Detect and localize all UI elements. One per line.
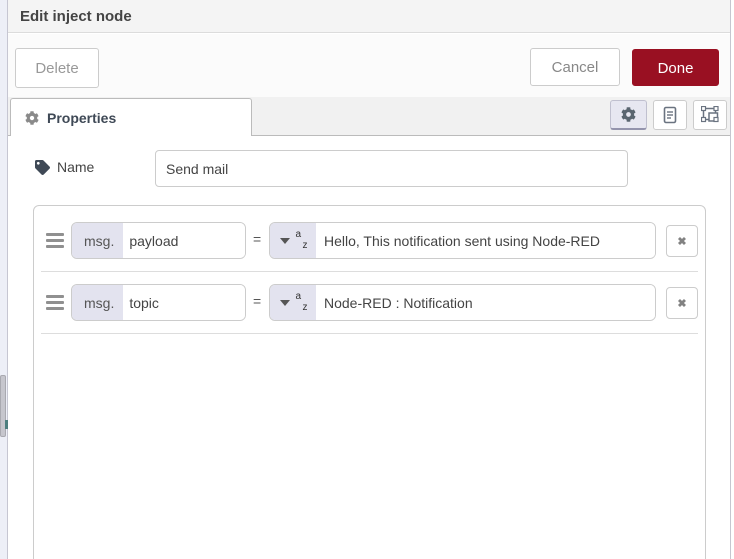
document-icon xyxy=(662,106,678,124)
string-type-icon: a z xyxy=(295,228,308,251)
properties-panel: Name msg. = a z xyxy=(8,136,730,559)
row-divider xyxy=(41,271,698,272)
tab-properties[interactable]: Properties xyxy=(10,98,252,136)
chevron-down-icon xyxy=(279,299,290,306)
appearance-tab-button[interactable] xyxy=(693,100,727,130)
string-type-icon: a z xyxy=(295,290,308,313)
name-field-row: Name xyxy=(8,150,730,190)
name-label-text: Name xyxy=(57,159,95,175)
type-select-button[interactable]: a z xyxy=(270,223,316,258)
delete-button[interactable]: Delete xyxy=(15,48,99,88)
chevron-down-icon xyxy=(279,237,290,244)
name-input[interactable] xyxy=(155,150,628,187)
property-key-field[interactable] xyxy=(123,223,245,258)
gear-icon xyxy=(25,110,39,125)
remove-row-button[interactable]: ✖ xyxy=(666,225,698,257)
type-select-button[interactable]: a z xyxy=(270,285,316,320)
name-label: Name xyxy=(35,159,94,175)
msg-prefix-label: msg. xyxy=(72,223,124,258)
dialog-header: Edit inject node xyxy=(8,0,730,33)
object-selection-icon xyxy=(700,106,720,124)
equals-operator: = xyxy=(253,293,262,309)
description-tab-button[interactable] xyxy=(653,100,687,130)
gear-icon xyxy=(621,107,636,122)
edit-inject-node-dialog: Edit inject node Delete Cancel Done Prop… xyxy=(8,0,731,559)
cancel-button[interactable]: Cancel xyxy=(530,48,620,86)
remove-row-button[interactable]: ✖ xyxy=(666,287,698,319)
topic-value-field[interactable] xyxy=(316,285,655,320)
row-divider xyxy=(41,333,698,334)
tag-icon xyxy=(35,159,50,175)
equals-operator: = xyxy=(253,231,262,247)
property-key-field[interactable] xyxy=(123,285,245,320)
property-key-input[interactable]: msg. xyxy=(71,222,246,259)
drag-handle-icon[interactable] xyxy=(46,295,64,311)
properties-tab-button[interactable] xyxy=(610,100,647,130)
tab-properties-label: Properties xyxy=(47,109,117,126)
typed-value-input: a z xyxy=(269,222,656,259)
msg-prefix-label: msg. xyxy=(72,285,124,320)
property-row-topic: msg. = a z ✖ xyxy=(34,284,705,329)
close-icon: ✖ xyxy=(677,235,687,248)
inject-properties-list: msg. = a z ✖ xyxy=(33,205,706,559)
typed-value-input: a z xyxy=(269,284,656,321)
done-button[interactable]: Done xyxy=(632,49,719,86)
property-key-input[interactable]: msg. xyxy=(71,284,246,321)
drag-handle-icon[interactable] xyxy=(46,233,64,249)
property-row-payload: msg. = a z ✖ xyxy=(34,222,705,267)
workspace-edge xyxy=(0,0,8,559)
payload-value-field[interactable] xyxy=(316,223,655,258)
dialog-toolbar: Delete Cancel Done xyxy=(8,34,730,97)
dialog-title: Edit inject node xyxy=(20,8,132,25)
close-icon: ✖ xyxy=(677,297,687,310)
